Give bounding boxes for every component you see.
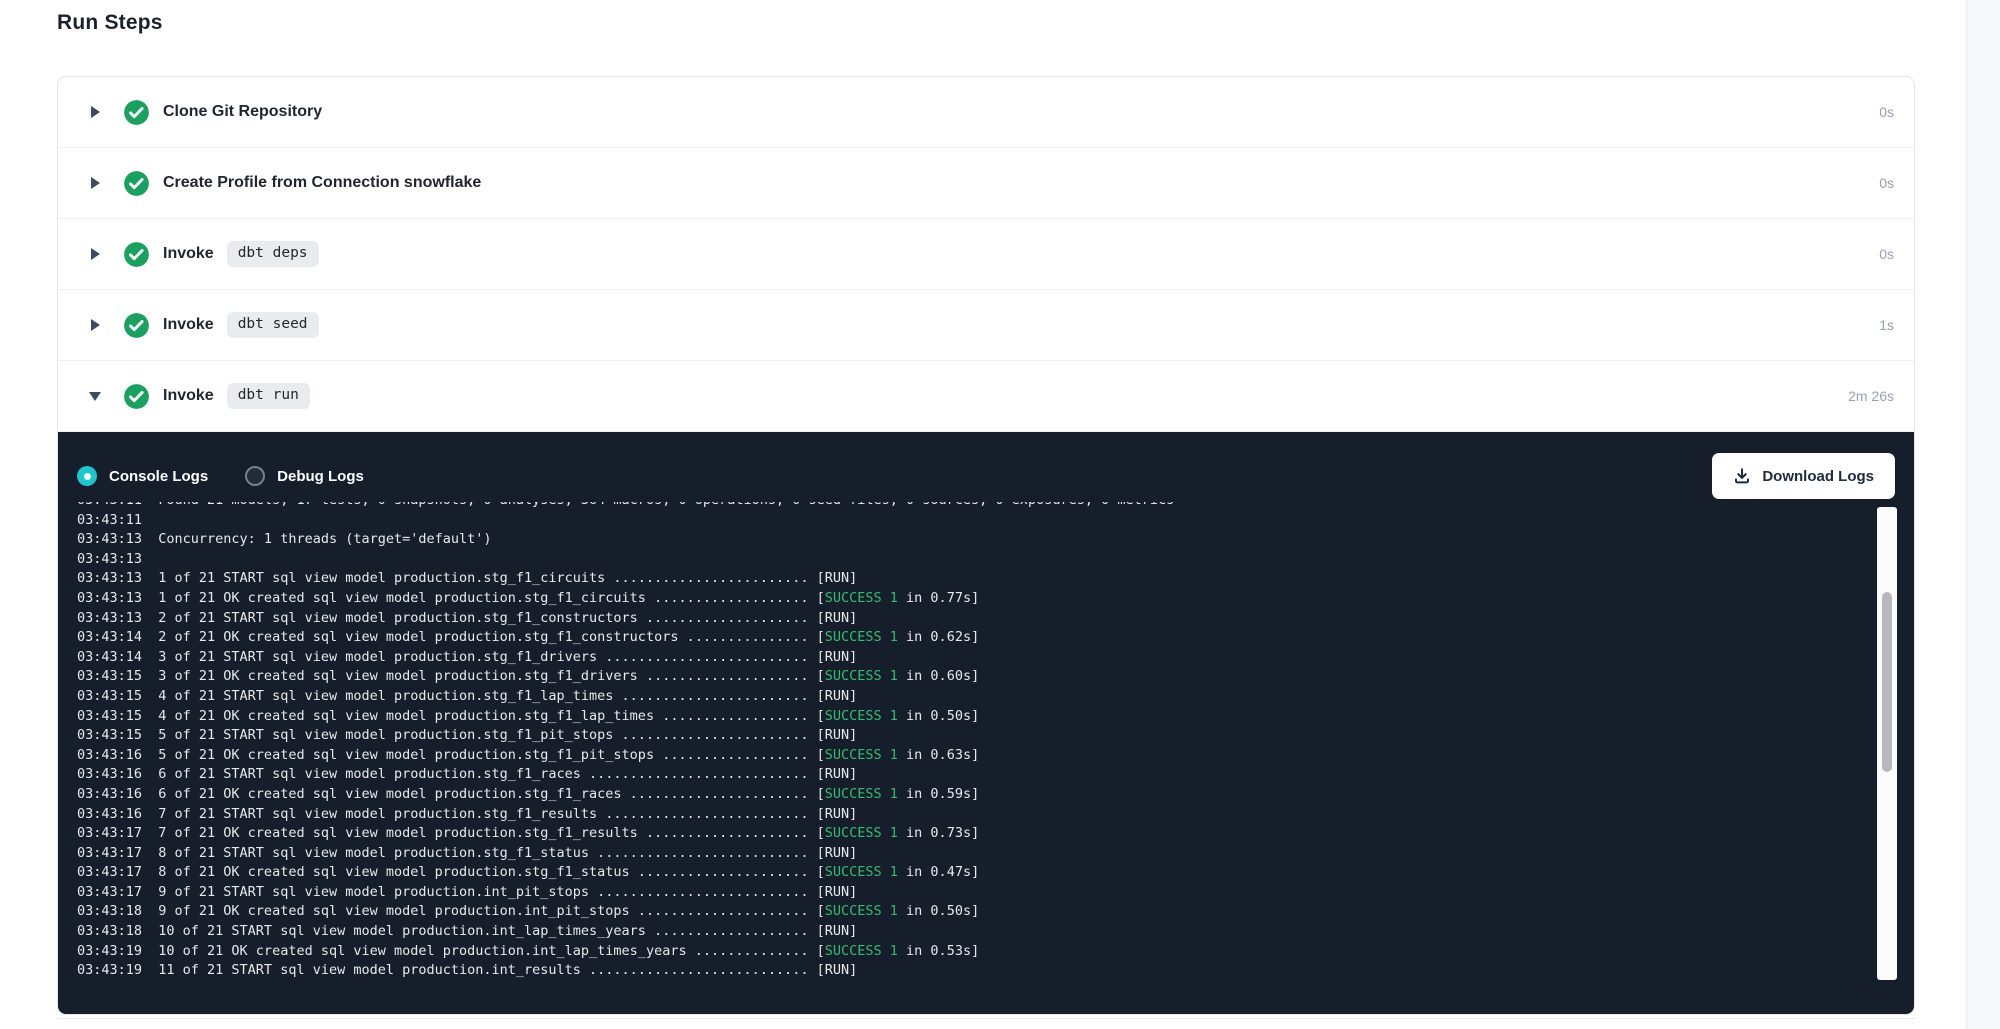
step-row-clone-git-repository[interactable]: Clone Git Repository 0s: [58, 77, 1914, 148]
chevron-right-icon[interactable]: [88, 319, 102, 331]
radio-label: Console Logs: [109, 468, 208, 485]
log-scrollbar-thumb[interactable]: [1882, 592, 1892, 772]
page-right-gutter: [1966, 0, 2000, 1029]
log-scrollbar-track[interactable]: [1877, 507, 1897, 980]
step-duration: 0s: [1879, 104, 1894, 120]
check-circle-icon: [123, 383, 150, 410]
step-duration: 1s: [1879, 317, 1894, 333]
command-chip: dbt run: [227, 383, 310, 409]
step-title: Create Profile from Connection snowflake: [163, 174, 481, 192]
chevron-right-icon[interactable]: [88, 177, 102, 189]
step-title: Invoke: [163, 316, 214, 334]
console-log-panel: Console Logs Debug Logs Download Logs 03…: [58, 432, 1914, 1014]
chevron-down-icon[interactable]: [88, 392, 102, 401]
command-chip: dbt seed: [227, 312, 319, 338]
tab-console-logs[interactable]: Console Logs: [77, 466, 208, 486]
step-duration: 2m 26s: [1848, 388, 1894, 404]
check-circle-icon: [123, 241, 150, 268]
next-section-divider: [57, 1018, 1915, 1019]
step-row-create-profile[interactable]: Create Profile from Connection snowflake…: [58, 148, 1914, 219]
chevron-right-icon[interactable]: [88, 106, 102, 118]
check-circle-icon: [123, 99, 150, 126]
radio-unselected-icon[interactable]: [245, 466, 265, 486]
check-circle-icon: [123, 312, 150, 339]
download-logs-label: Download Logs: [1762, 468, 1874, 485]
download-icon: [1733, 467, 1751, 485]
console-log-output[interactable]: 03:43:11 Found 21 models, 17 tests, 0 sn…: [77, 502, 1852, 988]
step-row-invoke-dbt-deps[interactable]: Invoke dbt deps 0s: [58, 219, 1914, 290]
step-duration: 0s: [1879, 175, 1894, 191]
chevron-right-icon[interactable]: [88, 248, 102, 260]
log-text: 03:43:11 Found 21 models, 17 tests, 0 sn…: [77, 502, 1852, 981]
run-steps-card: Clone Git Repository 0s Create Profile f…: [57, 76, 1915, 1015]
radio-selected-icon[interactable]: [77, 466, 97, 486]
step-row-invoke-dbt-seed[interactable]: Invoke dbt seed 1s: [58, 290, 1914, 361]
step-title: Invoke: [163, 245, 214, 263]
tab-debug-logs[interactable]: Debug Logs: [245, 466, 364, 486]
download-logs-button[interactable]: Download Logs: [1712, 453, 1895, 499]
step-title: Invoke: [163, 387, 214, 405]
command-chip: dbt deps: [227, 241, 319, 267]
log-panel-header: Console Logs Debug Logs Download Logs: [58, 432, 1914, 499]
radio-label: Debug Logs: [277, 468, 364, 485]
check-circle-icon: [123, 170, 150, 197]
step-title: Clone Git Repository: [163, 103, 322, 121]
step-duration: 0s: [1879, 246, 1894, 262]
page-title: Run Steps: [57, 11, 163, 35]
step-row-invoke-dbt-run[interactable]: Invoke dbt run 2m 26s: [58, 361, 1914, 432]
